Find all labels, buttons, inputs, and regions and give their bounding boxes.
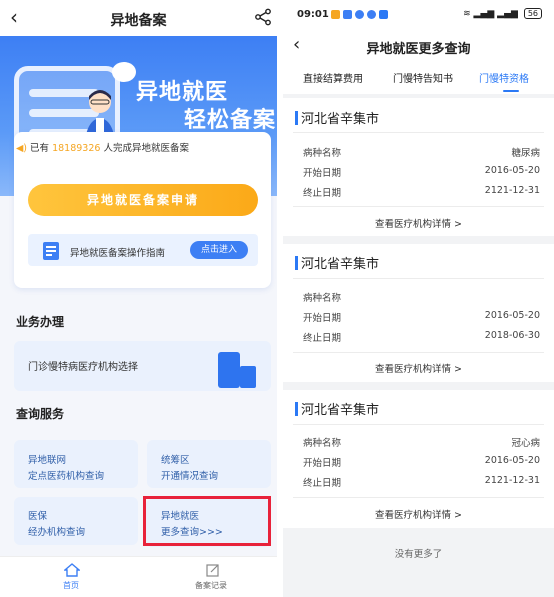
status-time: 09:01: [297, 9, 329, 20]
start-value: 2016-05-20: [484, 310, 540, 321]
record-region: 河北省辛集市: [301, 257, 380, 272]
start-label: 开始日期: [303, 458, 342, 469]
tab-direct-settlement[interactable]: 直接结算费用: [303, 70, 363, 85]
divider: [293, 424, 544, 425]
section-business-title: 业务办理: [16, 315, 65, 329]
top-nav-bar: ‹ 异地备案: [0, 0, 277, 36]
record-region: 河北省辛集市: [301, 403, 380, 418]
right-screen: 09:01 ≋ ▂▄▆ ▂▄▆ 56 ‹ 异地就医更多查询 直接结算费用 门慢特…: [283, 0, 554, 597]
section-query-title: 查询服务: [16, 407, 65, 421]
hospital-icon: [218, 352, 240, 388]
divider: [293, 206, 544, 207]
bottom-tab-bar: [0, 556, 277, 597]
divider: [293, 132, 544, 133]
active-tab-indicator: [503, 90, 519, 92]
business-card-label: 门诊慢特病医疗机构选择: [28, 362, 138, 373]
start-label: 开始日期: [303, 168, 342, 179]
hero-title-line2: 轻松备案: [184, 108, 277, 133]
query-card-network-subtitle: 定点医药机构查询: [28, 471, 105, 482]
app-notification-icon: [331, 10, 340, 19]
tab-qualification[interactable]: 门慢特资格: [479, 70, 529, 85]
tab-records-label[interactable]: 备案记录: [195, 580, 227, 591]
record-region: 河北省辛集市: [301, 112, 380, 127]
app-notification-icon: [367, 10, 376, 19]
start-value: 2016-05-20: [484, 165, 540, 176]
status-indicators: ≋ ▂▄▆ ▂▄▆ 56: [463, 8, 542, 19]
completion-count: 18189326: [52, 143, 101, 154]
query-card-agency-title: 医保: [28, 511, 48, 522]
query-card-network-title: 异地联网: [28, 455, 67, 466]
app-notification-icon: [343, 10, 352, 19]
completion-notice: ◀) 已有 18189326 人完成异地就医备案: [16, 143, 189, 154]
chat-bubble-icon: [112, 62, 136, 82]
wifi-icon: ≋: [463, 9, 471, 19]
app-notification-icon: [355, 10, 364, 19]
left-screen: ‹ 异地备案 异地就医 轻松备案 ◀) 已有 18189326 人完成异地就医备…: [0, 0, 277, 597]
signal-icon: ▂▄▆: [497, 9, 518, 19]
view-institution-link[interactable]: 查看医疗机构详情 >: [283, 216, 554, 230]
start-value: 2016-05-20: [484, 455, 540, 466]
end-value: 2121-12-31: [484, 475, 540, 486]
disease-value: 冠心病: [511, 438, 540, 449]
tab-notice[interactable]: 门慢特告知书: [393, 70, 453, 85]
start-label: 开始日期: [303, 313, 342, 324]
query-card-region-title: 统筹区: [161, 455, 190, 466]
end-label: 终止日期: [303, 188, 342, 199]
signal-icon: ▂▄▆: [473, 9, 495, 19]
battery-icon: 56: [523, 8, 542, 19]
page-title: 异地备案: [110, 13, 167, 29]
record-accent-bar: [295, 256, 298, 270]
records-icon[interactable]: [206, 563, 220, 577]
end-value: 2121-12-31: [484, 185, 540, 196]
end-label: 终止日期: [303, 333, 342, 344]
tab-home-label[interactable]: 首页: [63, 580, 79, 591]
share-icon[interactable]: [254, 8, 272, 26]
speaker-icon: ◀): [16, 143, 28, 154]
divider: [293, 497, 544, 498]
guide-enter-button[interactable]: 点击进入: [190, 241, 248, 259]
view-institution-link[interactable]: 查看医疗机构详情 >: [283, 507, 554, 521]
page-title: 异地就医更多查询: [366, 42, 471, 57]
end-label: 终止日期: [303, 478, 342, 489]
query-card-agency-subtitle: 经办机构查询: [28, 527, 86, 538]
record-accent-bar: [295, 402, 298, 416]
disease-label: 病种名称: [303, 293, 342, 304]
end-value: 2018-06-30: [484, 330, 540, 341]
apply-button[interactable]: 异地就医备案申请: [28, 184, 258, 216]
no-more-text: 没有更多了: [394, 549, 443, 560]
divider: [293, 352, 544, 353]
disease-label: 病种名称: [303, 438, 342, 449]
view-institution-link[interactable]: 查看医疗机构详情 >: [283, 361, 554, 375]
app-notification-icon: [379, 10, 388, 19]
disease-value: 糖尿病: [511, 148, 540, 159]
guide-icon: [43, 242, 59, 260]
status-bar: 09:01 ≋ ▂▄▆ ▂▄▆ 56: [283, 0, 554, 30]
query-card-region-subtitle: 开通情况查询: [161, 471, 219, 482]
highlight-box: [143, 496, 271, 546]
home-icon[interactable]: [64, 563, 80, 577]
divider: [293, 278, 544, 279]
disease-label: 病种名称: [303, 148, 342, 159]
guide-text: 异地就医备案操作指南: [70, 248, 166, 259]
record-accent-bar: [295, 111, 298, 125]
hospital-icon-annex: [240, 366, 256, 388]
